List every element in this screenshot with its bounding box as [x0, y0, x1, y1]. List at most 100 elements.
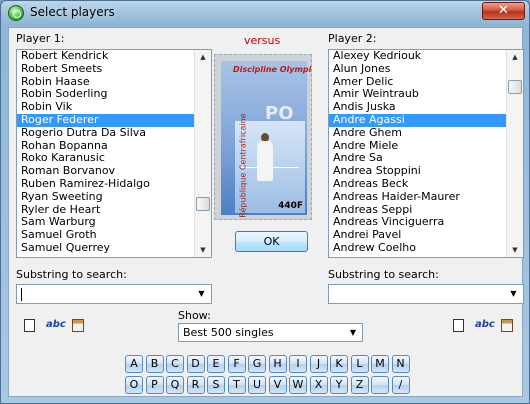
letter-keyboard: ABCDEFGHIJKLMN OPQRSTUVWXYZ / — [125, 355, 415, 397]
list-item[interactable]: Robin Haase — [17, 76, 194, 89]
key-button[interactable]: Y — [330, 376, 348, 394]
key-button[interactable]: K — [330, 355, 348, 373]
key-button[interactable]: Z — [350, 376, 369, 394]
list-item[interactable]: Robin Soderling — [17, 88, 194, 101]
new-document-icon[interactable] — [453, 319, 464, 332]
list-item[interactable]: Andis Juska — [329, 101, 506, 114]
player2-search-label: Substring to search: — [328, 268, 439, 281]
scroll-thumb[interactable] — [508, 80, 522, 94]
list-item[interactable]: Andreas Beck — [329, 178, 506, 191]
list-item[interactable]: Andreas Haider-Maurer — [329, 191, 506, 204]
text-caret — [21, 288, 22, 301]
tennis-player-shape — [257, 141, 273, 181]
key-button[interactable]: U — [248, 376, 266, 394]
key-button[interactable]: J — [309, 355, 328, 373]
player2-list[interactable]: Alexey Kedriouk Alun Jones Amer Delic Amir … — [328, 49, 524, 258]
title-bar[interactable]: Select players ✕ — [1, 1, 529, 25]
list-item[interactable]: Robert Smeets — [17, 63, 194, 76]
stamp-side-text: République Centrafricaine — [238, 113, 248, 218]
key-button[interactable]: W — [289, 376, 307, 394]
list-item[interactable]: Roger Federer — [17, 113, 194, 127]
key-button[interactable]: A — [125, 355, 143, 373]
list-item[interactable]: Rogerio Dutra Da Silva — [17, 127, 194, 140]
list-item[interactable]: Alexey Kedriouk — [329, 50, 506, 63]
chevron-down-icon[interactable]: ▼ — [346, 326, 360, 339]
scroll-up-icon[interactable]: ▲ — [195, 50, 211, 64]
list-item[interactable]: Ryler de Heart — [17, 204, 194, 217]
key-button[interactable]: M — [371, 355, 389, 373]
key-button[interactable]: L — [350, 355, 369, 373]
list-item[interactable]: Andre Ghem — [329, 127, 506, 140]
scroll-down-icon[interactable]: ▼ — [507, 243, 523, 257]
key-button[interactable]: P — [145, 376, 164, 394]
key-button[interactable]: T — [227, 376, 246, 394]
abc-icon[interactable]: abc — [475, 319, 495, 330]
key-button[interactable]: G — [248, 355, 266, 373]
ok-button[interactable]: OK — [235, 231, 308, 252]
new-document-icon[interactable] — [24, 319, 35, 332]
dropdown-arrow-icon[interactable]: ▼ — [194, 287, 209, 301]
list-item[interactable]: Roko Karanusic — [17, 152, 194, 165]
list-item[interactable]: Alun Jones — [329, 63, 506, 76]
list-item[interactable]: Ryan Sweeting — [17, 191, 194, 204]
list-item[interactable]: Ruben Ramirez-Hidalgo — [17, 178, 194, 191]
key-button[interactable] — [371, 376, 389, 394]
list-item[interactable]: Amer Delic — [329, 76, 506, 89]
key-button[interactable]: O — [125, 376, 143, 394]
dialog-body: Player 1: Robert Kendrick Robert Smeets Ro… — [8, 27, 524, 397]
stamp-value: 440F — [278, 201, 303, 211]
key-button[interactable]: I — [289, 355, 307, 373]
paste-clipboard-icon[interactable] — [72, 319, 84, 332]
key-button[interactable]: / — [391, 376, 410, 394]
key-button[interactable]: B — [145, 355, 164, 373]
player2-scrollbar[interactable]: ▲ ▼ — [506, 50, 523, 257]
key-button[interactable]: X — [309, 376, 328, 394]
key-button[interactable]: S — [207, 376, 225, 394]
app-logo-icon — [8, 5, 24, 21]
scroll-thumb[interactable] — [196, 197, 210, 211]
list-item[interactable]: Amir Weintraub — [329, 88, 506, 101]
key-button[interactable]: F — [227, 355, 246, 373]
list-item[interactable]: Robin Vik — [17, 101, 194, 114]
player2-label: Player 2: — [328, 32, 377, 45]
abc-icon[interactable]: abc — [46, 319, 66, 330]
list-item[interactable]: Samuel Querrey — [17, 242, 194, 255]
list-item[interactable]: Andrei Pavel — [329, 229, 506, 242]
key-button[interactable]: V — [268, 376, 287, 394]
show-selected-value: Best 500 singles — [183, 326, 274, 339]
scroll-up-icon[interactable]: ▲ — [507, 50, 523, 64]
list-item[interactable]: Andrew Coelho — [329, 242, 506, 255]
list-item[interactable]: Andrea Stoppini — [329, 165, 506, 178]
list-item[interactable]: Andreas Seppi — [329, 204, 506, 217]
player1-list[interactable]: Robert Kendrick Robert Smeets Robin Haase R… — [16, 49, 212, 258]
stamp-top-text: Discipline Olympique — [233, 65, 312, 74]
player1-search-input[interactable]: ▼ — [16, 284, 212, 304]
list-item[interactable]: Roman Borvanov — [17, 165, 194, 178]
key-button[interactable]: N — [391, 355, 410, 373]
key-button[interactable]: H — [268, 355, 287, 373]
list-item[interactable]: Robert Kendrick — [17, 50, 194, 63]
player2-search-input[interactable]: ▼ — [328, 284, 524, 304]
show-select[interactable]: Best 500 singles ▼ — [178, 323, 363, 342]
list-item[interactable]: Rohan Bopanna — [17, 140, 194, 153]
player1-scrollbar[interactable]: ▲ ▼ — [194, 50, 211, 257]
paste-clipboard-icon[interactable] — [501, 319, 513, 332]
list-item[interactable]: Andre Sa — [329, 152, 506, 165]
tennis-stamp-image: Discipline Olympique PO République Centr… — [214, 54, 312, 220]
list-item[interactable]: Andreas Vinciguerra — [329, 216, 506, 229]
dropdown-arrow-icon[interactable]: ▼ — [506, 287, 521, 301]
scroll-down-icon[interactable]: ▼ — [195, 243, 211, 257]
list-item[interactable]: Andre Agassi — [329, 113, 506, 127]
key-button[interactable]: Q — [166, 376, 184, 394]
key-button[interactable]: C — [166, 355, 184, 373]
key-button[interactable]: D — [186, 355, 205, 373]
key-button[interactable]: R — [186, 376, 205, 394]
player1-search-label: Substring to search: — [16, 268, 127, 281]
list-item[interactable]: Samuel Groth — [17, 229, 194, 242]
key-button[interactable]: E — [207, 355, 225, 373]
list-item[interactable]: Andre Miele — [329, 140, 506, 153]
list-item[interactable]: Sam Warburg — [17, 216, 194, 229]
window-title: Select players — [30, 5, 115, 19]
close-button[interactable]: ✕ — [482, 2, 525, 20]
player1-list-items: Robert Kendrick Robert Smeets Robin Haase R… — [17, 50, 194, 255]
